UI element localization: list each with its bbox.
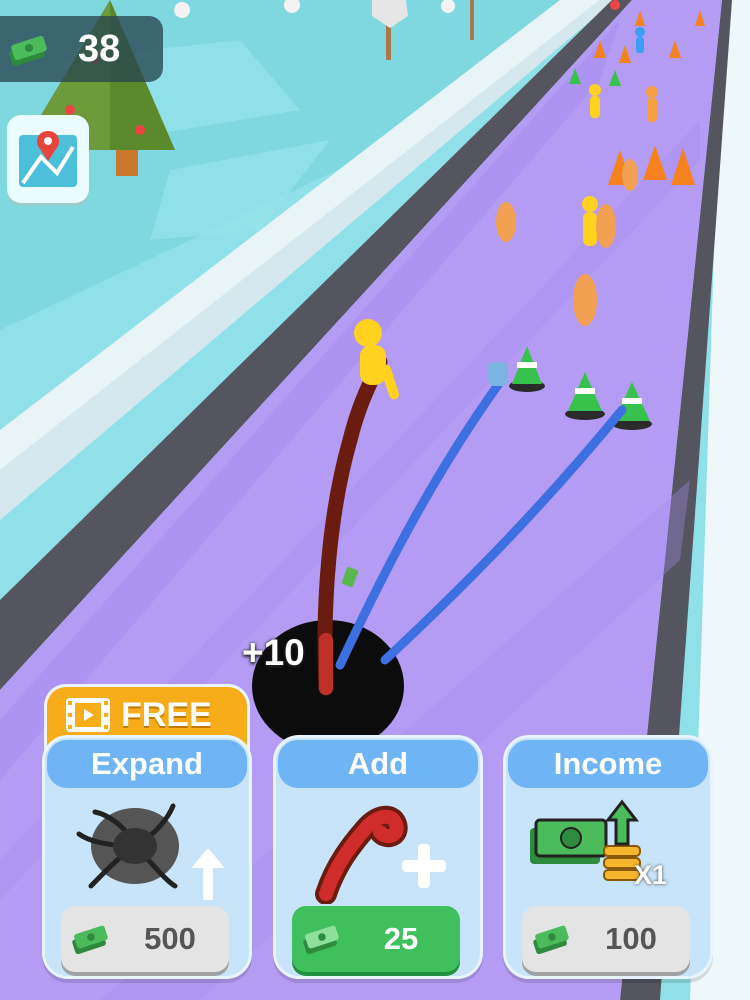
expand-price: 500 (144, 921, 196, 956)
income-price: 100 (605, 921, 657, 956)
add-price: 25 (383, 921, 419, 956)
cash-stack-icon (533, 925, 569, 954)
money-counter: 38 (0, 16, 163, 82)
cash-stack-icon (9, 35, 47, 66)
film-strip-icon (66, 698, 110, 732)
add-price-button[interactable]: 25 (292, 906, 460, 972)
expand-title: Expand (47, 740, 247, 788)
income-price-button[interactable]: 100 (522, 906, 690, 972)
income-multiplier: X1 (634, 860, 668, 890)
cash-stack-icon (72, 925, 108, 954)
tentacle-plus-icon (315, 805, 446, 904)
black-hole-expand-icon (76, 803, 225, 900)
income-title: Income (508, 740, 708, 788)
cash-stack-icon (303, 925, 339, 954)
map-button[interactable] (7, 115, 89, 203)
add-upgrade-card[interactable]: Add 25 (273, 735, 483, 979)
expand-price-button[interactable]: 500 (61, 906, 229, 972)
income-upgrade-card[interactable]: Income X1 100 (503, 735, 713, 979)
money-amount: 38 (78, 28, 121, 70)
reward-popup: +10 (242, 632, 305, 673)
expand-upgrade-card[interactable]: Expand 500 (42, 735, 252, 979)
free-label: FREE (121, 696, 212, 734)
map-pin-icon (19, 131, 77, 187)
add-title: Add (278, 740, 478, 788)
